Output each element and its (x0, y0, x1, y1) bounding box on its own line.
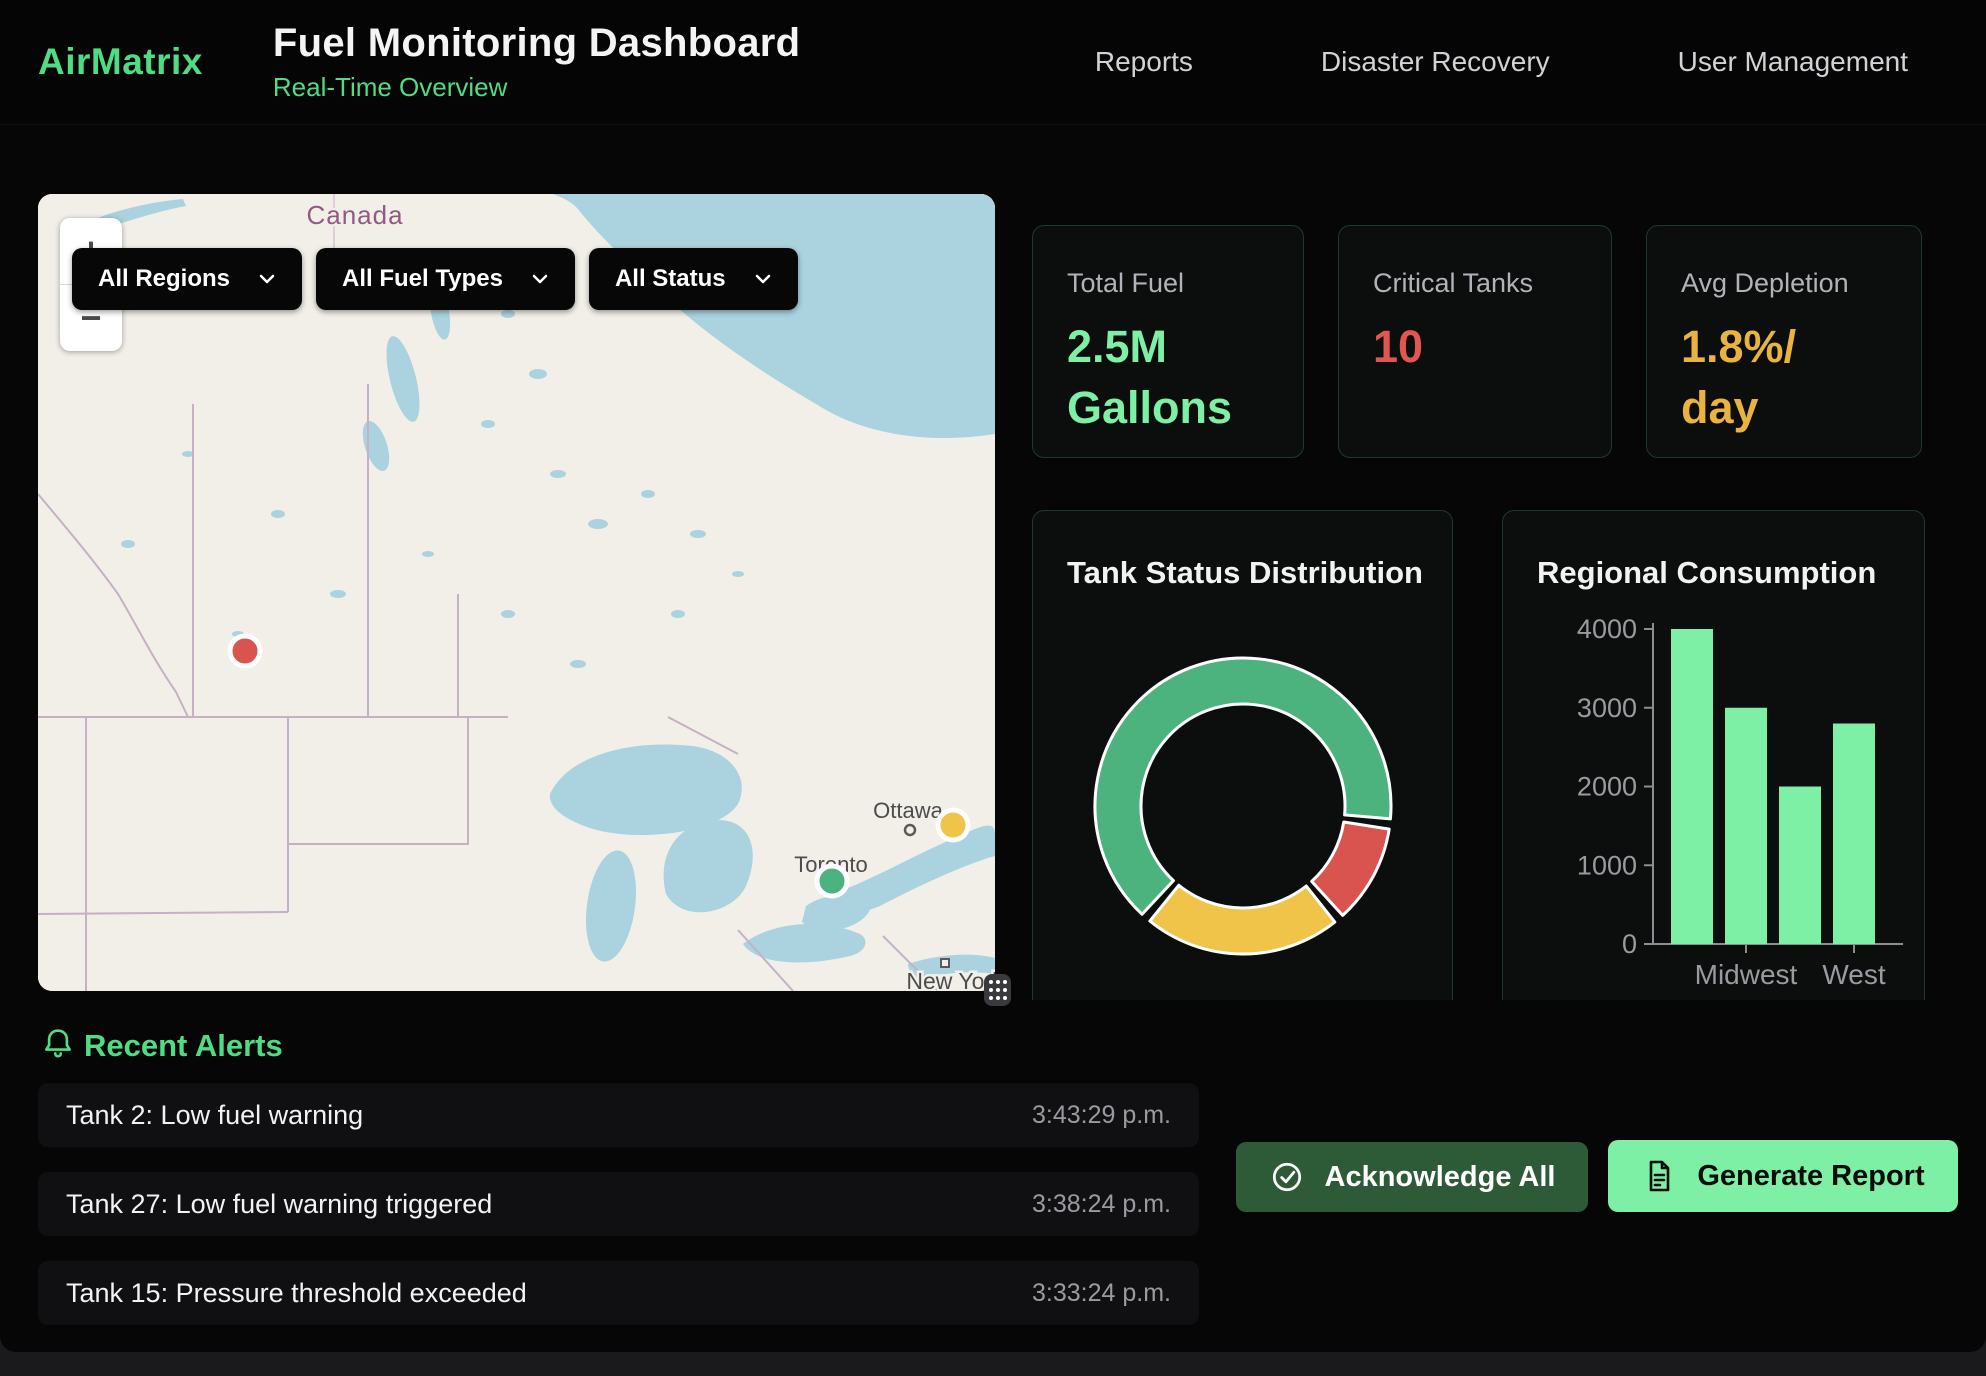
filter-regions-select[interactable]: All Regions (72, 248, 302, 310)
regional-consumption-bar-chart: 0 1000 2000 3000 4000 Midwest West (1503, 511, 1926, 1001)
bell-icon (38, 1024, 78, 1064)
y-tick-label: 3000 (1577, 693, 1637, 723)
map-marker-normal[interactable] (817, 866, 847, 896)
stat-value-line1: 2.5M (1067, 317, 1267, 378)
brand-logo: AirMatrix (38, 41, 203, 83)
nav-item-reports[interactable]: Reports (1095, 46, 1193, 78)
bar-col3[interactable] (1779, 787, 1821, 945)
filter-fuel-types-select[interactable]: All Fuel Types (316, 248, 575, 310)
alert-row-1[interactable]: Tank 2: Low fuel warning 3:43:29 p.m. (38, 1083, 1199, 1147)
page-subtitle: Real-Time Overview (273, 72, 800, 103)
alert-message: Tank 27: Low fuel warning triggered (66, 1189, 492, 1220)
alert-message: Tank 15: Pressure threshold exceeded (66, 1278, 527, 1309)
filter-status-value: All Status (615, 265, 726, 293)
fuel-map[interactable]: Canada Ottawa Toronto New York + − All R… (38, 194, 995, 991)
stat-value-line2: Gallons (1067, 378, 1267, 439)
bar-West[interactable] (1833, 724, 1875, 945)
bar-chart-card: Regional Consumption 01000200030004000Mi… (1502, 510, 1925, 1000)
stat-label: Total Fuel (1067, 268, 1303, 299)
map-label-newyork: New York (906, 968, 995, 991)
stat-value-line1: 10 (1373, 317, 1573, 378)
map-label-ottawa: Ottawa (873, 798, 943, 823)
donut-chart-card: Tank Status Distribution (1032, 510, 1453, 1000)
page-title: Fuel Monitoring Dashboard (273, 21, 800, 66)
stat-value-line2: day (1681, 378, 1881, 439)
map-label-country: Canada (306, 200, 403, 230)
donut-segment-warning[interactable] (1150, 885, 1335, 954)
generate-report-button[interactable]: Generate Report (1608, 1140, 1958, 1212)
stat-card-total-fuel: Total Fuel 2.5M Gallons (1032, 225, 1304, 458)
map-filters: All Regions All Fuel Types All Status (72, 248, 798, 310)
map-island (668, 339, 688, 349)
document-icon (1641, 1158, 1677, 1194)
stat-card-avg-depletion: Avg Depletion 1.8%/ day (1646, 225, 1922, 458)
alert-message: Tank 2: Low fuel warning (66, 1100, 363, 1131)
stat-label: Avg Depletion (1681, 268, 1921, 299)
x-tick-label: West (1822, 959, 1885, 990)
alert-row-3[interactable]: Tank 15: Pressure threshold exceeded 3:3… (38, 1261, 1199, 1325)
chevron-down-icon (752, 268, 774, 290)
donut-chart-title: Tank Status Distribution (1067, 555, 1452, 591)
map-city-dot-newyork (941, 959, 949, 967)
dashboard-app: AirMatrix Fuel Monitoring Dashboard Real… (0, 0, 1986, 1352)
alert-timestamp: 3:33:24 p.m. (1032, 1279, 1171, 1308)
check-circle-icon (1269, 1159, 1305, 1195)
tank-status-donut-chart (1033, 599, 1454, 999)
y-tick-label: 0 (1622, 929, 1637, 959)
alert-timestamp: 3:38:24 p.m. (1032, 1190, 1171, 1219)
stat-value-line1: 1.8%/ (1681, 317, 1881, 378)
map-resize-handle[interactable] (984, 974, 1011, 1006)
y-tick-label: 4000 (1577, 614, 1637, 644)
stat-label: Critical Tanks (1373, 268, 1611, 299)
stat-card-critical-tanks: Critical Tanks 10 (1338, 225, 1612, 458)
chevron-down-icon (256, 268, 278, 290)
filter-regions-value: All Regions (98, 265, 230, 293)
filter-fuel-types-value: All Fuel Types (342, 265, 503, 293)
title-block: Fuel Monitoring Dashboard Real-Time Over… (273, 21, 800, 103)
nav-item-disaster-recovery[interactable]: Disaster Recovery (1321, 46, 1550, 78)
map-canvas[interactable]: Canada Ottawa Toronto New York (38, 194, 995, 991)
x-tick-label: Midwest (1695, 959, 1798, 990)
bar-col1[interactable] (1671, 629, 1713, 944)
generate-report-label: Generate Report (1697, 1160, 1924, 1193)
acknowledge-all-label: Acknowledge All (1325, 1161, 1556, 1194)
chevron-down-icon (529, 268, 551, 290)
header: AirMatrix Fuel Monitoring Dashboard Real… (0, 0, 1986, 125)
bar-Midwest[interactable] (1725, 708, 1767, 944)
y-tick-label: 1000 (1577, 850, 1637, 880)
filter-status-select[interactable]: All Status (589, 248, 798, 310)
top-nav: Reports Disaster Recovery User Managemen… (1095, 46, 1986, 78)
acknowledge-all-button[interactable]: Acknowledge All (1236, 1142, 1588, 1212)
donut-segment-critical[interactable] (1312, 822, 1389, 915)
nav-item-user-management[interactable]: User Management (1678, 46, 1908, 78)
map-marker-warning[interactable] (938, 810, 968, 840)
alert-row-2[interactable]: Tank 27: Low fuel warning triggered 3:38… (38, 1172, 1199, 1236)
alert-timestamp: 3:43:29 p.m. (1032, 1101, 1171, 1130)
y-tick-label: 2000 (1577, 772, 1637, 802)
map-marker-critical[interactable] (230, 636, 260, 666)
alerts-section-title: Recent Alerts (84, 1028, 283, 1064)
